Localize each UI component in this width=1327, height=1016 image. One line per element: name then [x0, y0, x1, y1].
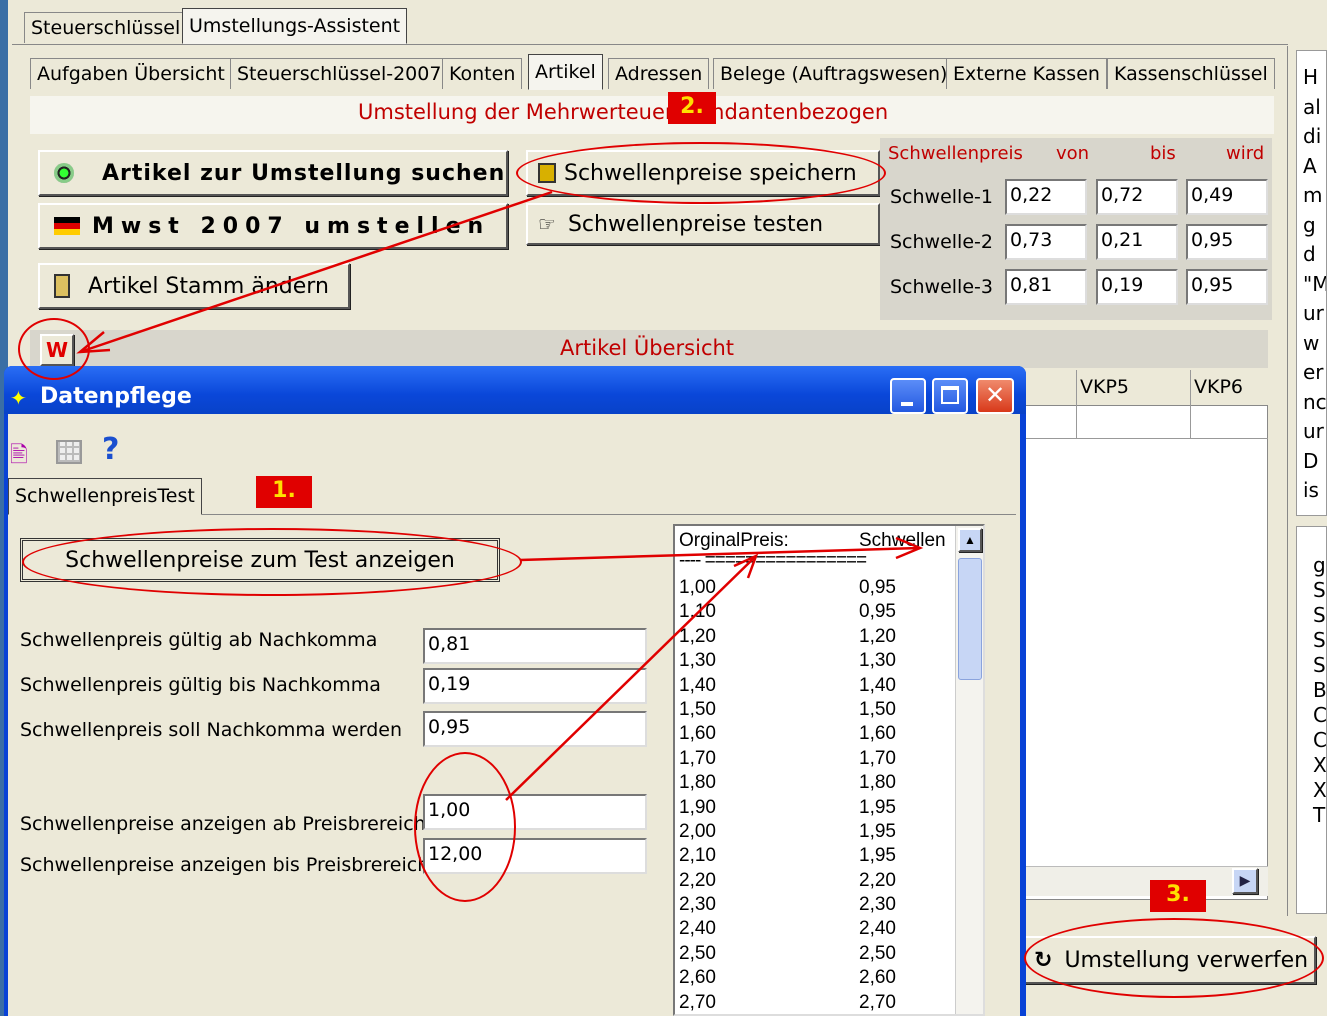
arrow-show-to-list — [519, 546, 921, 562]
arrow-save-to-w-head — [76, 331, 111, 354]
arrow-range-to-list — [505, 555, 757, 801]
arrow-save-to-w — [79, 190, 553, 354]
annotation-arrows — [76, 190, 924, 801]
